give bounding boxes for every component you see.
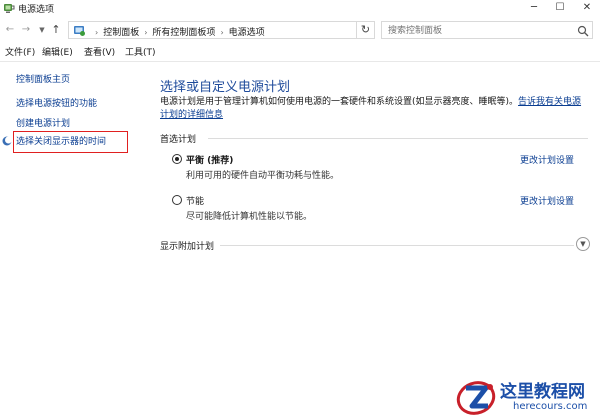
close-icon[interactable]: ✕ bbox=[575, 0, 599, 17]
refresh-icon[interactable]: ↻ bbox=[357, 21, 375, 39]
main-content: 选择或自定义电源计划 电源计划是用于管理计算机如何使用电源的一套硬件和系统设置(… bbox=[150, 62, 600, 419]
preferred-plans-label: 首选计划 bbox=[160, 135, 197, 145]
breadcrumb: › 控制面板 › 所有控制面板项 › 电源选项 bbox=[90, 25, 265, 38]
watermark-url: herecours.com bbox=[513, 401, 588, 412]
control-panel-icon bbox=[73, 24, 86, 37]
search-icon[interactable] bbox=[577, 25, 589, 37]
watermark: 这里教程网 herecours.com bbox=[455, 376, 600, 419]
sidebar-item-control-panel-home[interactable]: 控制面板主页 bbox=[16, 72, 70, 85]
balanced-plan-name[interactable]: 平衡 (推荐) bbox=[186, 153, 233, 166]
description-text: 电源计划是用于管理计算机如何使用电源的一套硬件和系统设置(如显示器亮度、睡眠等)… bbox=[160, 97, 519, 107]
watermark-logo-icon bbox=[455, 376, 499, 419]
show-additional-plans-label[interactable]: 显示附加计划 bbox=[160, 239, 214, 252]
section-divider bbox=[220, 245, 574, 246]
address-bar[interactable]: ›控制面板›所有控制面板项›电源选项 ▼ bbox=[68, 21, 419, 39]
search-input[interactable] bbox=[388, 24, 568, 37]
watermark-title: 这里教程网 bbox=[500, 382, 585, 402]
forward-arrow-icon[interactable]: → bbox=[19, 22, 33, 38]
power-saver-change-settings-link[interactable]: 更改计划设置 bbox=[520, 194, 574, 207]
breadcrumb-chevron-icon[interactable]: › bbox=[220, 28, 223, 37]
power-saver-plan-description: 尽可能降低计算机性能以节能。 bbox=[186, 212, 313, 222]
search-box[interactable] bbox=[381, 21, 593, 39]
section-divider bbox=[208, 138, 588, 139]
sidebar-item-create-plan[interactable]: 创建电源计划 bbox=[16, 116, 70, 129]
radio-selected-dot bbox=[175, 157, 179, 161]
highlight-box bbox=[13, 131, 128, 153]
chevron-down-icon[interactable]: ▼ bbox=[576, 237, 590, 251]
breadcrumb-chevron-icon: › bbox=[95, 28, 99, 37]
menu-file[interactable]: 文件(F) bbox=[5, 45, 35, 58]
menu-tools[interactable]: 工具(T) bbox=[125, 45, 156, 58]
menu-edit[interactable]: 编辑(E) bbox=[42, 45, 73, 58]
breadcrumb-control-panel[interactable]: 控制面板 bbox=[103, 28, 139, 38]
maximize-icon[interactable]: ☐ bbox=[548, 0, 572, 17]
address-row: ← → ▼ ↑ ›控制面板›所有控制面板项›电源选项 ▼ ↻ bbox=[0, 19, 600, 41]
breadcrumb-power-options[interactable]: 电源选项 bbox=[229, 28, 265, 38]
window-title: 电源选项 bbox=[18, 5, 55, 15]
up-arrow-icon[interactable]: ↑ bbox=[49, 22, 63, 38]
sidebar-item-power-buttons[interactable]: 选择电源按钮的功能 bbox=[16, 96, 97, 109]
breadcrumb-all-items[interactable]: 所有控制面板项 bbox=[152, 28, 215, 38]
display-off-moon-icon bbox=[2, 136, 12, 146]
minimize-icon[interactable]: ─ bbox=[522, 0, 546, 17]
menu-view[interactable]: 查看(V) bbox=[84, 45, 115, 58]
balanced-plan-description: 利用可用的硬件自动平衡功耗与性能。 bbox=[186, 171, 340, 181]
recent-locations-chevron-icon[interactable]: ▼ bbox=[35, 22, 49, 38]
balanced-plan-radio[interactable] bbox=[172, 154, 182, 164]
breadcrumb-chevron-icon[interactable]: › bbox=[144, 28, 147, 37]
menu-bar: 文件(F) 编辑(E) 查看(V) 工具(T) bbox=[0, 44, 600, 59]
power-saver-plan-radio[interactable] bbox=[172, 195, 182, 205]
power-saver-plan-name[interactable]: 节能 bbox=[186, 194, 204, 207]
sidebar: 控制面板主页 选择电源按钮的功能 创建电源计划 选择关闭显示器的时间 bbox=[0, 62, 150, 419]
page-description: 电源计划是用于管理计算机如何使用电源的一套硬件和系统设置(如显示器亮度、睡眠等)… bbox=[160, 96, 588, 122]
back-arrow-icon[interactable]: ← bbox=[3, 22, 17, 38]
power-options-icon bbox=[3, 2, 15, 14]
page-title: 选择或自定义电源计划 bbox=[160, 80, 291, 95]
title-bar: 电源选项 ─ ☐ ✕ bbox=[0, 0, 600, 17]
balanced-change-settings-link[interactable]: 更改计划设置 bbox=[520, 153, 574, 166]
